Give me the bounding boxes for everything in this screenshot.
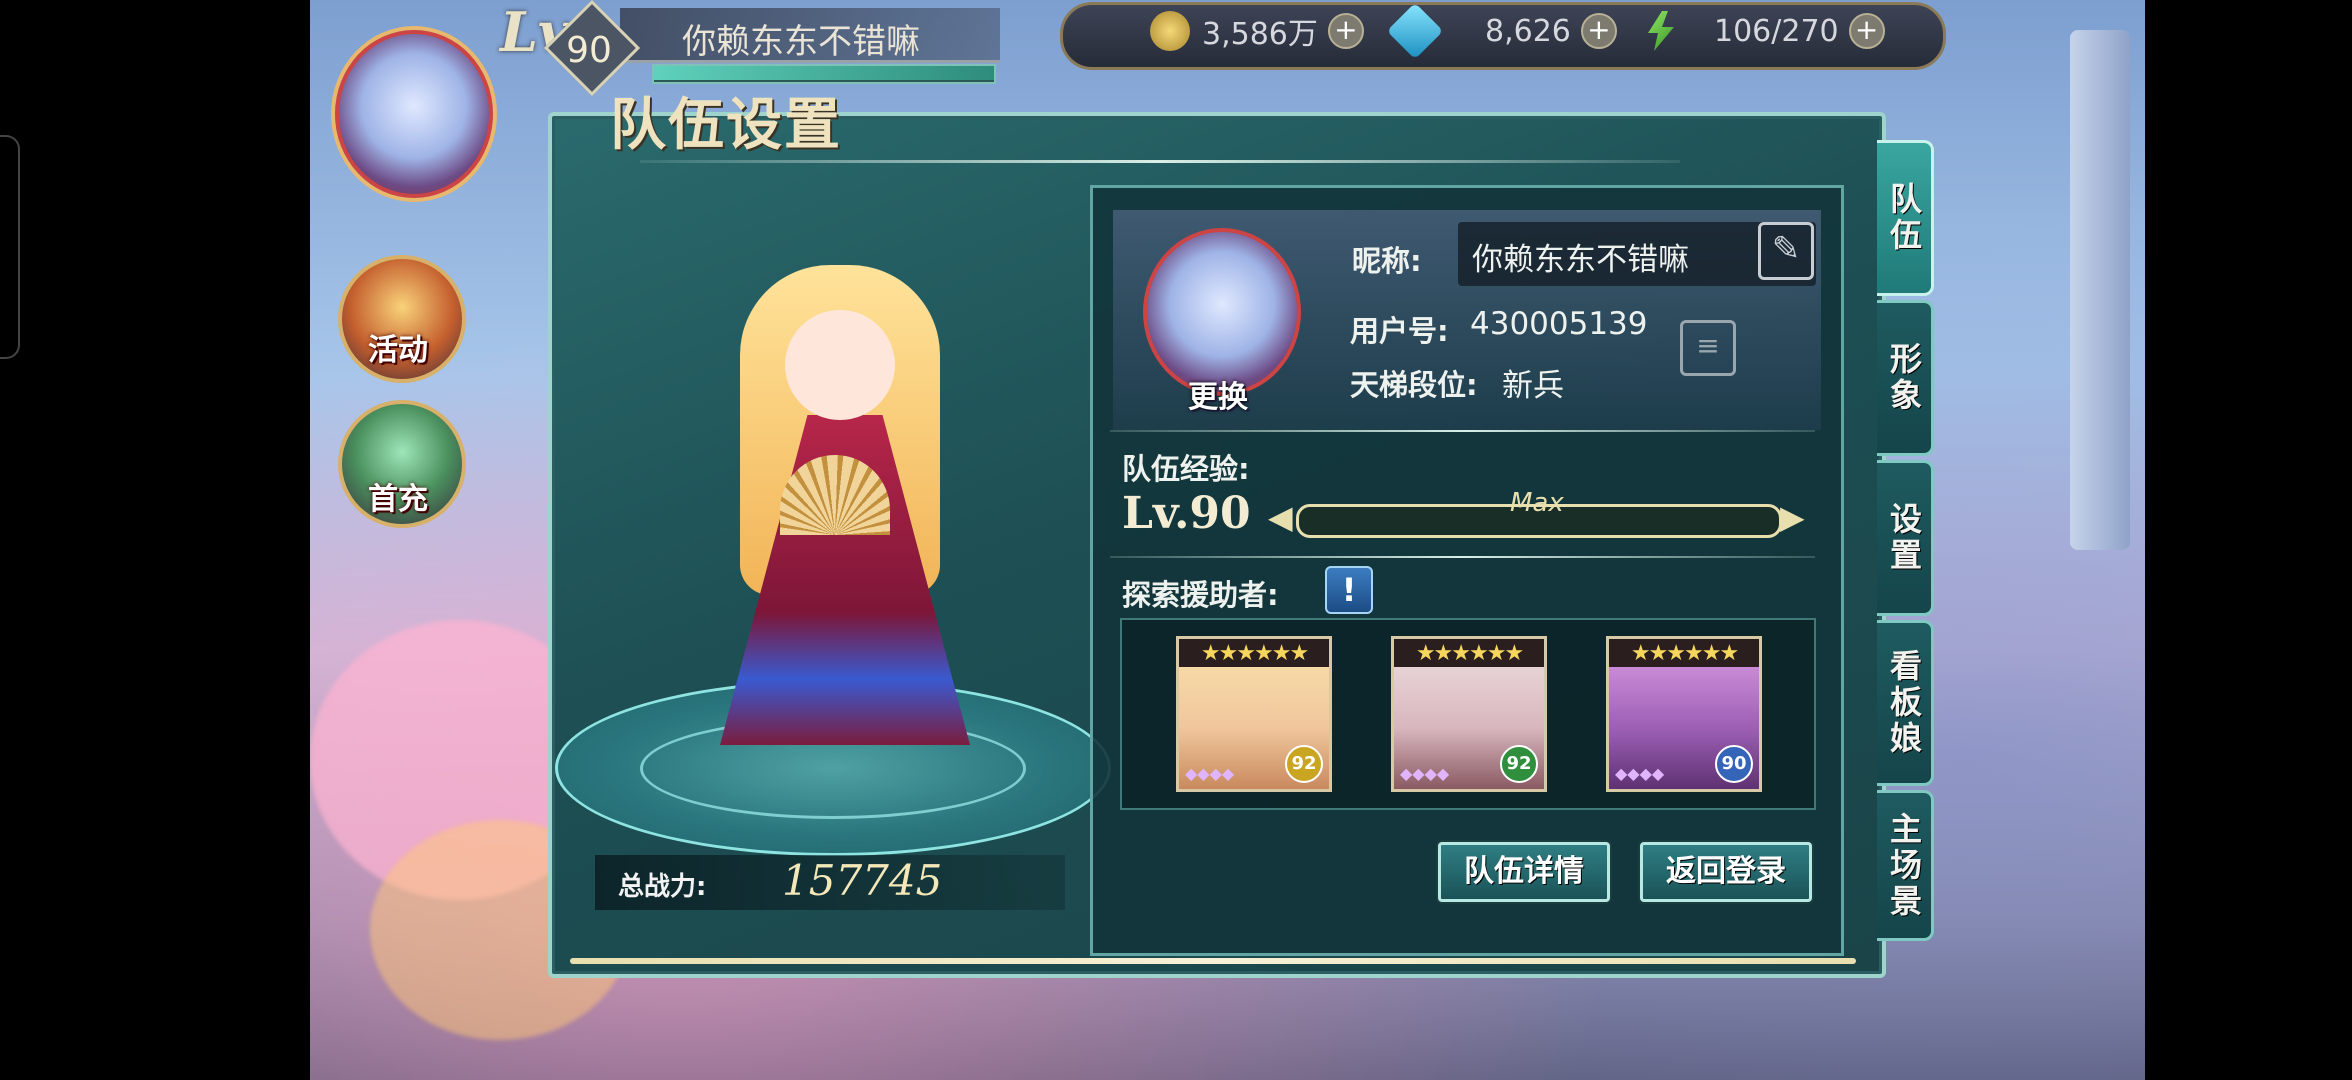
gold-coin-icon [1150, 11, 1190, 51]
tab-settings[interactable]: 设置 [1877, 460, 1934, 616]
energy-amount: 106/270 [1714, 13, 1839, 49]
crystal-resource: 8,626 + [1386, 2, 1617, 60]
first-recharge-label[interactable]: 首充 [368, 474, 428, 518]
return-login-button[interactable]: 返回登录 [1640, 842, 1812, 902]
crystal-icon [1386, 2, 1444, 60]
tab-mascot[interactable]: 看板娘 [1877, 620, 1934, 786]
helper-card-3[interactable]: ★★★★★★ ◆◆◆◆ 90 [1606, 636, 1762, 792]
ladder-rank-value: 新兵 [1502, 368, 1564, 404]
helper-stars: ★★★★★★ [1415, 641, 1524, 666]
title-divider [640, 160, 1680, 163]
add-crystal-button[interactable]: + [1580, 13, 1617, 49]
helper-level: 90 [1715, 745, 1753, 783]
ladder-rank-label: 天梯段位: [1350, 368, 1478, 402]
player-exp-fill [654, 66, 994, 80]
panel-bottom-rail [570, 958, 1856, 964]
team-details-button[interactable]: 队伍详情 [1438, 842, 1610, 902]
exp-bar-left-arrow-icon: ◀ [1268, 498, 1293, 536]
helper-stars: ★★★★★★ [1630, 641, 1739, 666]
helper-rank-dots: ◆◆◆◆ [1400, 764, 1450, 783]
exp-bar-right-arrow-icon: ▶ [1780, 498, 1805, 536]
team-exp-max: Max [1510, 488, 1564, 518]
crystal-amount: 8,626 [1485, 13, 1571, 49]
total-power-label: 总战力: [618, 872, 707, 902]
player-name: 你赖东东不错嘛 [682, 22, 920, 62]
tab-settings-label: 设置 [1885, 502, 1923, 574]
player-level: 90 [566, 30, 612, 71]
tab-appearance[interactable]: 形象 [1877, 300, 1934, 456]
helper-level: 92 [1500, 745, 1538, 783]
tab-team-label: 队伍 [1885, 182, 1923, 254]
helper-rank-dots: ◆◆◆◆ [1185, 764, 1235, 783]
helpers-info-icon[interactable]: ! [1325, 566, 1373, 614]
helper-rank-dots: ◆◆◆◆ [1615, 764, 1665, 783]
copy-id-icon[interactable]: ≡ [1680, 320, 1736, 376]
helper-card-1[interactable]: ★★★★★★ ◆◆◆◆ 92 [1176, 636, 1332, 792]
player-avatar[interactable] [335, 30, 493, 198]
helper-level: 92 [1285, 745, 1323, 783]
team-character[interactable] [680, 265, 1010, 745]
tab-mascot-label: 看板娘 [1885, 649, 1923, 757]
tab-appearance-label: 形象 [1885, 342, 1923, 414]
energy-resource: 106/270 + [1640, 10, 1885, 52]
system-edge-handle[interactable] [0, 135, 20, 359]
tab-team[interactable]: 队伍 [1877, 140, 1934, 296]
user-id-value: 430005139 [1470, 306, 1648, 342]
nickname-value: 你赖东东不错嘛 [1472, 242, 1689, 278]
activity-label[interactable]: 活动 [368, 325, 428, 369]
team-portrait[interactable] [1143, 228, 1301, 396]
castle-tower [2070, 30, 2130, 550]
panel-title: 队伍设置 [610, 92, 842, 158]
change-portrait-button[interactable]: 更换 [1188, 372, 1248, 416]
exp-divider [1110, 556, 1815, 558]
energy-bolt-icon [1648, 11, 1674, 51]
helper-card-2[interactable]: ★★★★★★ ◆◆◆◆ 92 [1391, 636, 1547, 792]
tab-home-scene-label: 主场景 [1885, 811, 1923, 920]
team-exp-label: 队伍经验: [1122, 452, 1250, 486]
character-face [785, 310, 895, 420]
total-power-value: 157745 [782, 856, 943, 905]
user-id-label: 用户号: [1350, 314, 1449, 348]
add-energy-button[interactable]: + [1848, 13, 1885, 49]
helpers-label: 探索援助者: [1122, 578, 1279, 612]
gold-resource: 3,586万 + [1150, 10, 1364, 52]
team-level: Lv.90 [1122, 488, 1251, 539]
helper-stars: ★★★★★★ [1200, 641, 1309, 666]
edit-nickname-icon[interactable]: ✎ [1758, 222, 1814, 280]
add-gold-button[interactable]: + [1327, 13, 1364, 49]
nickname-label: 昵称: [1352, 244, 1422, 278]
profile-divider [1110, 430, 1815, 432]
tab-home-scene[interactable]: 主场景 [1877, 790, 1934, 941]
gold-amount: 3,586万 [1202, 17, 1318, 52]
